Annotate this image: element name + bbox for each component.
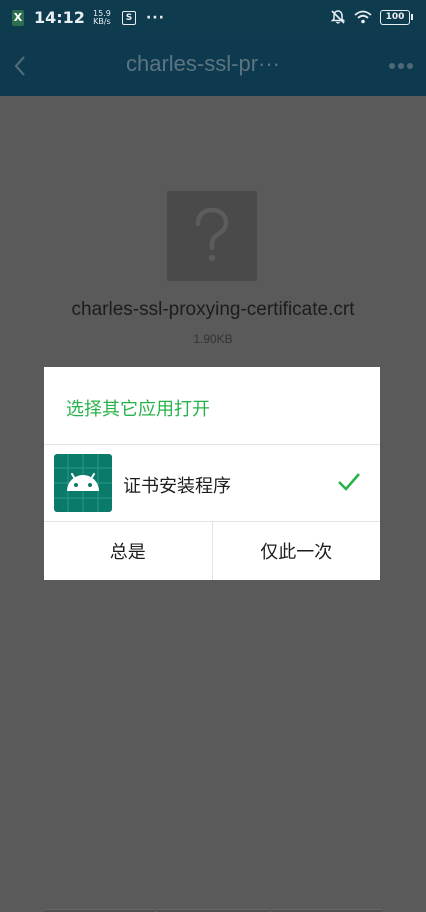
open-with-dialog: 选择其它应用打开 证书安装程序 总是 仅此一次: [44, 367, 380, 580]
checkmark-icon: [338, 473, 360, 491]
app-option-label: 证书安装程序: [123, 476, 231, 497]
more-dots-icon: [389, 63, 413, 69]
dialog-title: 选择其它应用打开: [66, 399, 210, 420]
status-bar: X 14:12 15.9 KB/s S ··· 100: [0, 0, 426, 36]
s-notification-icon: S: [121, 10, 136, 25]
wifi-icon: [354, 10, 372, 24]
app-toolbar: charles-ssl-pr···: [0, 36, 426, 96]
battery-icon: 100: [380, 9, 413, 25]
just-once-button[interactable]: 仅此一次: [212, 522, 380, 580]
unknown-file-icon: [167, 191, 257, 281]
android-icon: [54, 454, 112, 512]
battery-level: 100: [385, 12, 405, 22]
back-button[interactable]: [2, 46, 38, 86]
more-options-button[interactable]: [386, 52, 416, 80]
excel-notification-icon: X: [12, 9, 24, 26]
status-bar-left: X 14:12 15.9 KB/s S ···: [12, 8, 165, 27]
network-speed: 15.9 KB/s: [91, 9, 113, 26]
dialog-button-row: 总是 仅此一次: [44, 522, 380, 580]
app-option-certificate-installer[interactable]: 证书安装程序: [44, 445, 380, 521]
chevron-left-icon: [14, 56, 25, 76]
network-speed-unit: KB/s: [93, 16, 111, 26]
file-size: 1.90KB: [193, 332, 233, 346]
mute-bell-icon: [330, 10, 346, 24]
question-mark-icon: [195, 208, 229, 262]
status-bar-right: 100: [330, 9, 413, 25]
status-time: 14:12: [34, 8, 85, 27]
more-notifications-icon: ···: [145, 9, 165, 26]
page-title: charles-ssl-pr···: [126, 51, 280, 76]
always-button[interactable]: 总是: [44, 522, 212, 580]
file-name: charles-ssl-proxying-certificate.crt: [71, 299, 355, 320]
